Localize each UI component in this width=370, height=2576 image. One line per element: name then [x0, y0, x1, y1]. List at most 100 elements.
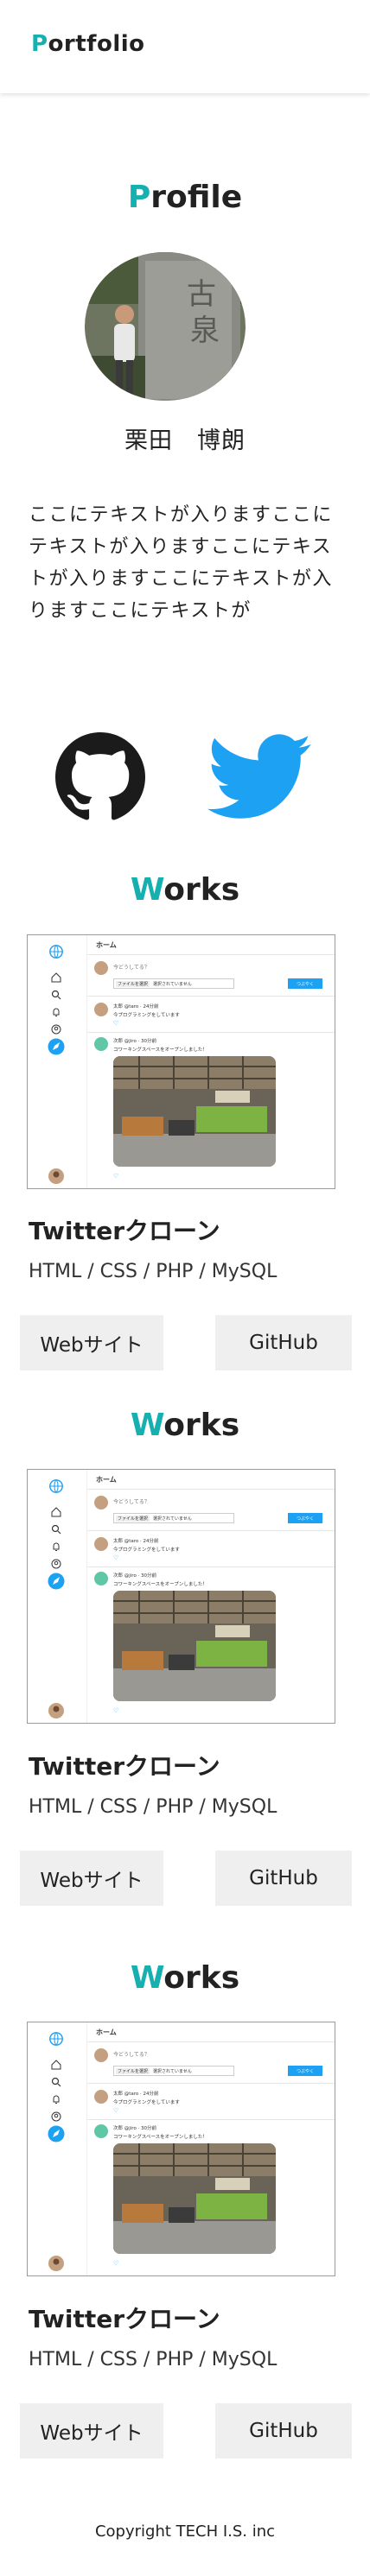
twitter-link[interactable]: [207, 730, 311, 825]
site-header: Portfolio: [0, 0, 370, 93]
mini-timeline: ホーム 今どうしてる？ ファイルを選択 選択されていません つぶやく 太郎 @ta…: [86, 2022, 335, 2275]
github-icon: [55, 732, 145, 820]
search-icon: [47, 985, 66, 1004]
avatar: [47, 2254, 66, 2273]
works-title: Works: [130, 1960, 240, 1996]
work-screenshot[interactable]: ホーム 今どうしてる？ ファイルを選択 選択されていません つぶやく 太郎 @ta…: [27, 1469, 335, 1724]
search-icon: [47, 2073, 66, 2092]
heart-icon: ♡: [113, 1554, 119, 1561]
mini-tweet-button: つぶやく: [288, 1513, 322, 1523]
work-title: Twitterクローン: [29, 1217, 220, 1245]
user-icon: [47, 2107, 66, 2126]
mini-text2: コワーキングスペースをオープンしました！: [113, 1582, 207, 1587]
profile-name: 栗田 博朗: [124, 427, 246, 454]
work-title: Twitterクローン: [29, 2305, 220, 2333]
svg-text:古: 古: [187, 277, 216, 312]
home-icon: [47, 1503, 66, 1522]
avatar: [94, 961, 108, 975]
github-button[interactable]: GitHub: [215, 1851, 352, 1906]
heart-icon: ♡: [113, 2260, 119, 2267]
profile-description: ここにテキストが入りますここにテキストが入りますここにテキストが入りますここにテ…: [29, 504, 333, 622]
avatar: [94, 1496, 108, 1510]
mini-user1: 太郎 @taro · 24分前: [113, 1539, 159, 1544]
user-icon: [47, 1020, 66, 1039]
mini-user1: 太郎 @taro · 24分前: [113, 2092, 159, 2097]
avatar: [94, 2048, 108, 2062]
mini-text2: コワーキングスペースをオープンしました！: [113, 2135, 207, 2140]
mini-post-image: [113, 1591, 276, 1701]
compose-icon: [47, 2124, 66, 2143]
mini-file-button: ファイルを選択: [116, 980, 150, 987]
heart-icon: ♡: [113, 2107, 119, 2114]
home-icon: [47, 2055, 66, 2074]
heart-icon: ♡: [113, 1173, 119, 1180]
globe-icon: [47, 1477, 66, 1496]
bell-icon: [47, 2090, 66, 2109]
mini-user1: 太郎 @taro · 24分前: [113, 1004, 159, 1010]
github-button[interactable]: GitHub: [215, 1315, 352, 1370]
mini-file-button: ファイルを選択: [116, 1515, 150, 1522]
website-button[interactable]: Webサイト: [20, 2403, 163, 2459]
search-icon: [47, 1520, 66, 1539]
mini-home-title: ホーム: [96, 1476, 117, 1484]
mini-text1: 今プログラミングをしています: [113, 1013, 180, 1018]
profile-title: Profile: [127, 180, 243, 215]
avatar: [94, 1003, 108, 1016]
website-button[interactable]: Webサイト: [20, 1851, 163, 1906]
mini-file-status: 選択されていません: [153, 1516, 192, 1522]
mini-post-image: [113, 1056, 276, 1167]
work-screenshot[interactable]: ホーム 今どうしてる？ ファイルを選択 選択されていません つぶやく 太郎 @ta…: [27, 934, 335, 1189]
avatar: [94, 1572, 108, 1585]
mini-user2: 次郎 @jiro · 30分前: [113, 1039, 157, 1044]
site-logo[interactable]: Portfolio: [31, 31, 145, 57]
mini-tweet-button: つぶやく: [288, 978, 322, 989]
avatar: [47, 1701, 66, 1720]
avatar: [94, 2090, 108, 2104]
globe-icon: [47, 942, 66, 961]
mini-compose-prompt: 今どうしてる？: [113, 1499, 150, 1505]
bell-icon: [47, 1537, 66, 1556]
mini-file-status: 選択されていません: [153, 2068, 192, 2074]
mini-timeline: ホーム 今どうしてる？ ファイルを選択 選択されていません つぶやく 太郎 @ta…: [86, 1470, 335, 1723]
github-button[interactable]: GitHub: [215, 2403, 352, 2459]
heart-icon: ♡: [113, 1020, 119, 1027]
twitter-icon: [207, 734, 311, 819]
svg-text:泉: 泉: [190, 313, 220, 348]
github-link[interactable]: [48, 730, 152, 825]
mini-home-title: ホーム: [96, 2029, 117, 2036]
user-icon: [47, 1554, 66, 1573]
compose-icon: [47, 1572, 66, 1591]
work-tech-stack: HTML / CSS / PHP / MySQL: [29, 1796, 278, 1818]
mini-sidebar: [28, 935, 86, 1188]
avatar: [47, 1167, 66, 1186]
work-tech-stack: HTML / CSS / PHP / MySQL: [29, 2349, 278, 2370]
avatar: [94, 1537, 108, 1551]
mini-sidebar: [28, 2022, 86, 2275]
work-tech-stack: HTML / CSS / PHP / MySQL: [29, 1261, 278, 1282]
mini-file-button: ファイルを選択: [116, 2067, 150, 2074]
mini-file-status: 選択されていません: [153, 981, 192, 987]
home-icon: [47, 968, 66, 987]
globe-icon: [47, 2029, 66, 2048]
mini-compose-prompt: 今どうしてる？: [113, 2052, 150, 2058]
mini-compose-prompt: 今どうしてる？: [113, 965, 150, 971]
mini-home-title: ホーム: [96, 941, 117, 949]
mini-text1: 今プログラミングをしています: [113, 1547, 180, 1553]
works-title: Works: [130, 1408, 240, 1443]
work-screenshot[interactable]: ホーム 今どうしてる？ ファイルを選択 選択されていません つぶやく 太郎 @ta…: [27, 2022, 335, 2276]
mini-user2: 次郎 @jiro · 30分前: [113, 2126, 157, 2131]
avatar: [94, 2124, 108, 2138]
mini-sidebar: [28, 1470, 86, 1723]
works-title: Works: [130, 872, 240, 908]
mini-post-image: [113, 2143, 276, 2254]
profile-photo: 古 泉: [85, 252, 246, 401]
bell-icon: [47, 1003, 66, 1022]
work-title: Twitterクローン: [29, 1752, 220, 1781]
mini-timeline: ホーム 今どうしてる？ ファイルを選択 選択されていません つぶやく 太郎 @ta…: [86, 935, 335, 1188]
mini-tweet-button: つぶやく: [288, 2066, 322, 2076]
avatar: [94, 1037, 108, 1051]
website-button[interactable]: Webサイト: [20, 1315, 163, 1370]
mini-text1: 今プログラミングをしています: [113, 2100, 180, 2105]
mini-text2: コワーキングスペースをオープンしました！: [113, 1047, 207, 1053]
footer-copyright: Copyright TECH I.S. inc: [94, 2522, 276, 2541]
